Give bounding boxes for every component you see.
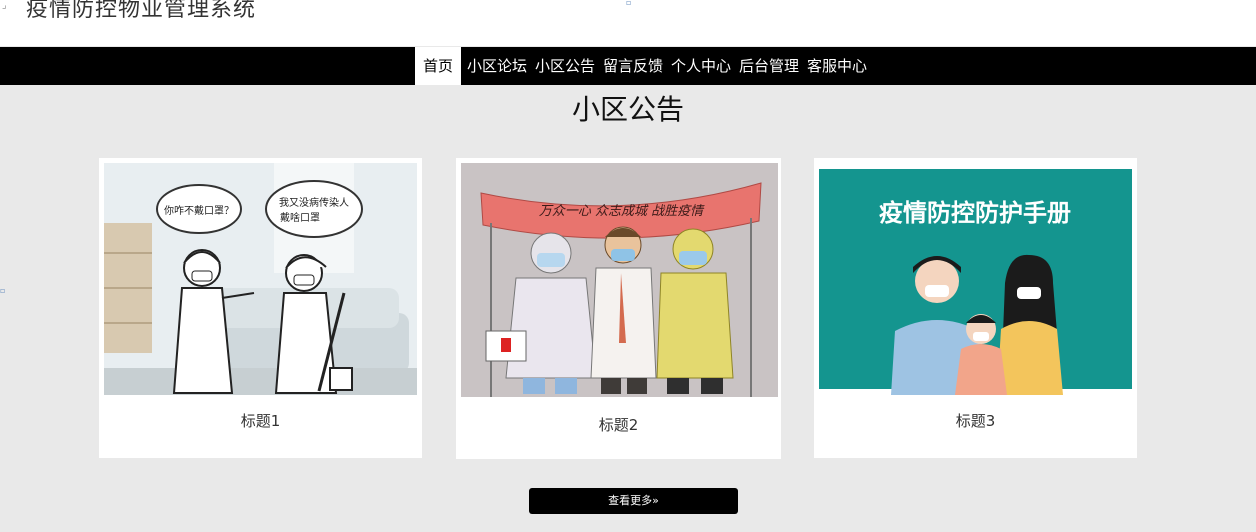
corner-mark: ⌟ — [2, 0, 7, 11]
nav-item-feedback[interactable]: 留言反馈 — [599, 47, 667, 85]
nav-item-home[interactable]: 首页 — [414, 47, 461, 85]
notice-card-2[interactable]: 万众一心 众志成城 战胜疫情 标题2 — [456, 158, 781, 459]
marker-glyph: ▫ — [626, 0, 632, 7]
nav-item-profile[interactable]: 个人中心 — [667, 47, 735, 85]
view-more-button[interactable]: 查看更多» — [529, 488, 738, 514]
bubble-text-right-1: 我又没病传染人 — [279, 196, 349, 209]
notice-card-3[interactable]: 疫情防控防护手册 标题3 — [814, 158, 1137, 458]
bubble-text-right-2: 戴啥口罩 — [280, 211, 320, 224]
handbook-heading: 疫情防控防护手册 — [879, 199, 1071, 227]
nav-items: 首页 小区论坛 小区公告 留言反馈 个人中心 后台管理 客服中心 — [414, 47, 871, 85]
notice-caption-3[interactable]: 标题3 — [814, 410, 1137, 431]
header-bar: ⌟ 疫情防控物业管理系统 ▫ — [0, 0, 1256, 46]
bubble-text-left: 你咋不戴口罩？ — [164, 204, 234, 217]
nav-item-service[interactable]: 客服中心 — [803, 47, 871, 85]
banner-text: 万众一心 众志成城 战胜疫情 — [539, 204, 705, 219]
section-title: 小区公告 — [571, 93, 684, 126]
edge-marker-glyph: ▫ — [0, 286, 6, 295]
site-title: 疫情防控物业管理系统 — [26, 0, 257, 22]
nav-item-notice[interactable]: 小区公告 — [531, 47, 599, 85]
nav-item-forum[interactable]: 小区论坛 — [463, 47, 531, 85]
notice-caption-2[interactable]: 标题2 — [456, 414, 781, 435]
notice-image-2[interactable]: 万众一心 众志成城 战胜疫情 — [461, 163, 778, 397]
main-nav: 首页 小区论坛 小区公告 留言反馈 个人中心 后台管理 客服中心 — [0, 47, 1256, 85]
notice-image-1[interactable]: 你咋不戴口罩？ 我又没病传染人 戴啥口罩 — [104, 163, 417, 395]
notice-caption-1[interactable]: 标题1 — [99, 410, 422, 431]
notice-image-3[interactable]: 疫情防控防护手册 — [819, 163, 1132, 395]
notice-card-1[interactable]: 你咋不戴口罩？ 我又没病传染人 戴啥口罩 标题1 — [99, 158, 422, 458]
nav-item-admin[interactable]: 后台管理 — [735, 47, 803, 85]
